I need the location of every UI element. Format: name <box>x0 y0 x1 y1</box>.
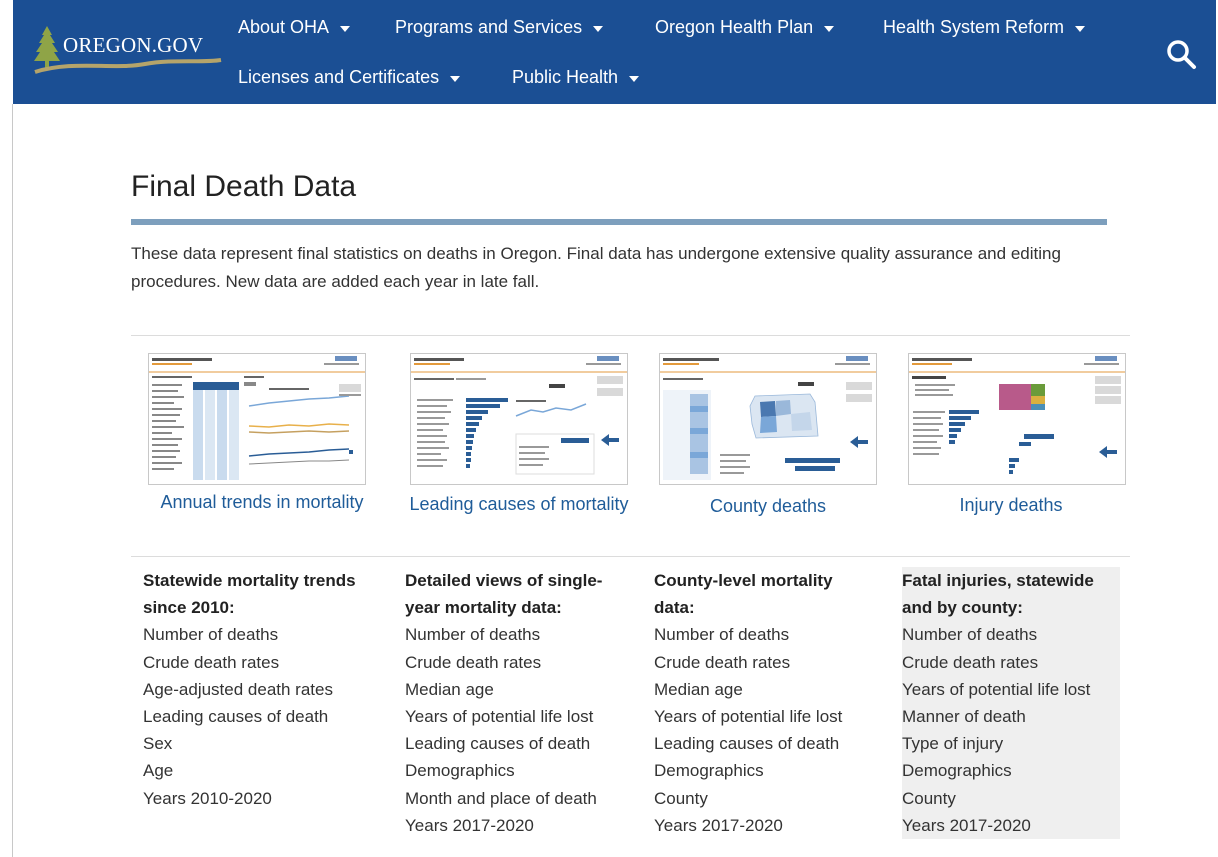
leading-causes-link[interactable]: Leading causes of mortality <box>399 490 639 518</box>
list-item: Age <box>143 761 174 781</box>
list-item: Crude death rates <box>405 652 542 672</box>
search-icon <box>1167 40 1196 69</box>
list-item: Years 2017-2020 <box>405 815 534 835</box>
list-item: Number of deaths <box>143 625 279 645</box>
list-item: Years 2017-2020 <box>654 815 783 835</box>
title-divider <box>131 219 1107 225</box>
list-item: Demographics <box>902 761 1012 781</box>
list-item: Demographics <box>654 761 764 781</box>
list-item: Number of deaths <box>654 625 790 645</box>
nav-licenses-and-certificates[interactable]: Licenses and Certificates <box>238 67 461 88</box>
column-heading: Fatal injuries, statewide and by county: <box>902 571 1094 618</box>
caret-down-icon <box>629 75 640 82</box>
intro-paragraph: These data represent final statistics on… <box>131 244 1061 291</box>
list-item: Month and place of death <box>405 788 597 808</box>
list-item: Years 2017-2020 <box>902 815 1031 835</box>
nav-label: Oregon Health Plan <box>655 17 814 37</box>
column-heading: County-level mortality data: <box>654 571 833 618</box>
column-heading: Detailed views of single-year mortality … <box>405 571 603 618</box>
county-level-column: County-level mortality data: Number of d… <box>654 567 869 839</box>
list-item: Median age <box>654 679 743 699</box>
list-item: Years 2010-2020 <box>143 788 272 808</box>
annual-trends-link[interactable]: Annual trends in mortality <box>142 488 382 516</box>
list-item: Leading causes of death <box>654 734 840 754</box>
nav-label: Licenses and Certificates <box>238 67 440 87</box>
fatal-injuries-column: Fatal injuries, statewide and by county:… <box>902 567 1120 840</box>
list-item: Age-adjusted death rates <box>143 679 333 699</box>
list-item: Type of injury <box>902 734 1004 754</box>
list-item: County <box>654 788 708 808</box>
injury-deaths-link[interactable]: Injury deaths <box>891 491 1131 519</box>
single-year-column: Detailed views of single-year mortality … <box>405 567 630 839</box>
section-divider <box>131 556 1130 557</box>
nav-label: Health System Reform <box>883 17 1065 37</box>
logo-text: OREGON.GOV <box>63 33 204 57</box>
annual-trends-dashboard-thumbnail[interactable] <box>148 353 366 485</box>
caret-down-icon <box>450 75 461 82</box>
list-item: County <box>902 788 956 808</box>
list-item: Years of potential life lost <box>654 707 843 727</box>
list-item: Median age <box>405 679 494 699</box>
list-item: Leading causes of death <box>143 707 329 727</box>
injury-deaths-dashboard-thumbnail[interactable] <box>908 353 1126 485</box>
list-item: Crude death rates <box>654 652 791 672</box>
list-item: Years of potential life lost <box>405 707 594 727</box>
county-deaths-link[interactable]: County deaths <box>648 492 888 520</box>
list-item: Crude death rates <box>902 652 1039 672</box>
nav-label: About OHA <box>238 17 330 37</box>
caret-down-icon <box>824 25 835 32</box>
list-item: Manner of death <box>902 707 1026 727</box>
column-heading: Statewide mortality trends since 2010: <box>143 571 356 618</box>
nav-public-health[interactable]: Public Health <box>512 67 640 88</box>
nav-oregon-health-plan[interactable]: Oregon Health Plan <box>655 17 835 38</box>
nav-label: Public Health <box>512 67 619 87</box>
caret-down-icon <box>340 25 351 32</box>
nav-label: Programs and Services <box>395 17 583 37</box>
leading-causes-dashboard-thumbnail[interactable] <box>410 353 628 485</box>
nav-about-oha[interactable]: About OHA <box>238 17 351 38</box>
oregon-gov-logo[interactable]: OREGON.GOV <box>33 22 223 80</box>
statewide-trends-column: Statewide mortality trends since 2010: N… <box>143 567 358 812</box>
list-item: Leading causes of death <box>405 734 591 754</box>
list-item: Years of potential life lost <box>902 679 1091 699</box>
top-navigation-bar: OREGON.GOV About OHA Programs and Servic… <box>13 0 1216 104</box>
list-item: Sex <box>143 734 173 754</box>
caret-down-icon <box>593 25 604 32</box>
list-item: Number of deaths <box>405 625 541 645</box>
nav-programs-and-services[interactable]: Programs and Services <box>395 17 604 38</box>
nav-health-system-reform[interactable]: Health System Reform <box>883 17 1086 38</box>
search-button[interactable] <box>1165 38 1199 72</box>
list-item: Crude death rates <box>143 652 280 672</box>
county-deaths-dashboard-thumbnail[interactable] <box>659 353 877 485</box>
page-title: Final Death Data <box>131 170 357 203</box>
caret-down-icon <box>1075 25 1086 32</box>
page-frame-border <box>12 104 13 857</box>
list-item: Demographics <box>405 761 515 781</box>
list-item: Number of deaths <box>902 625 1038 645</box>
section-divider <box>131 335 1130 336</box>
